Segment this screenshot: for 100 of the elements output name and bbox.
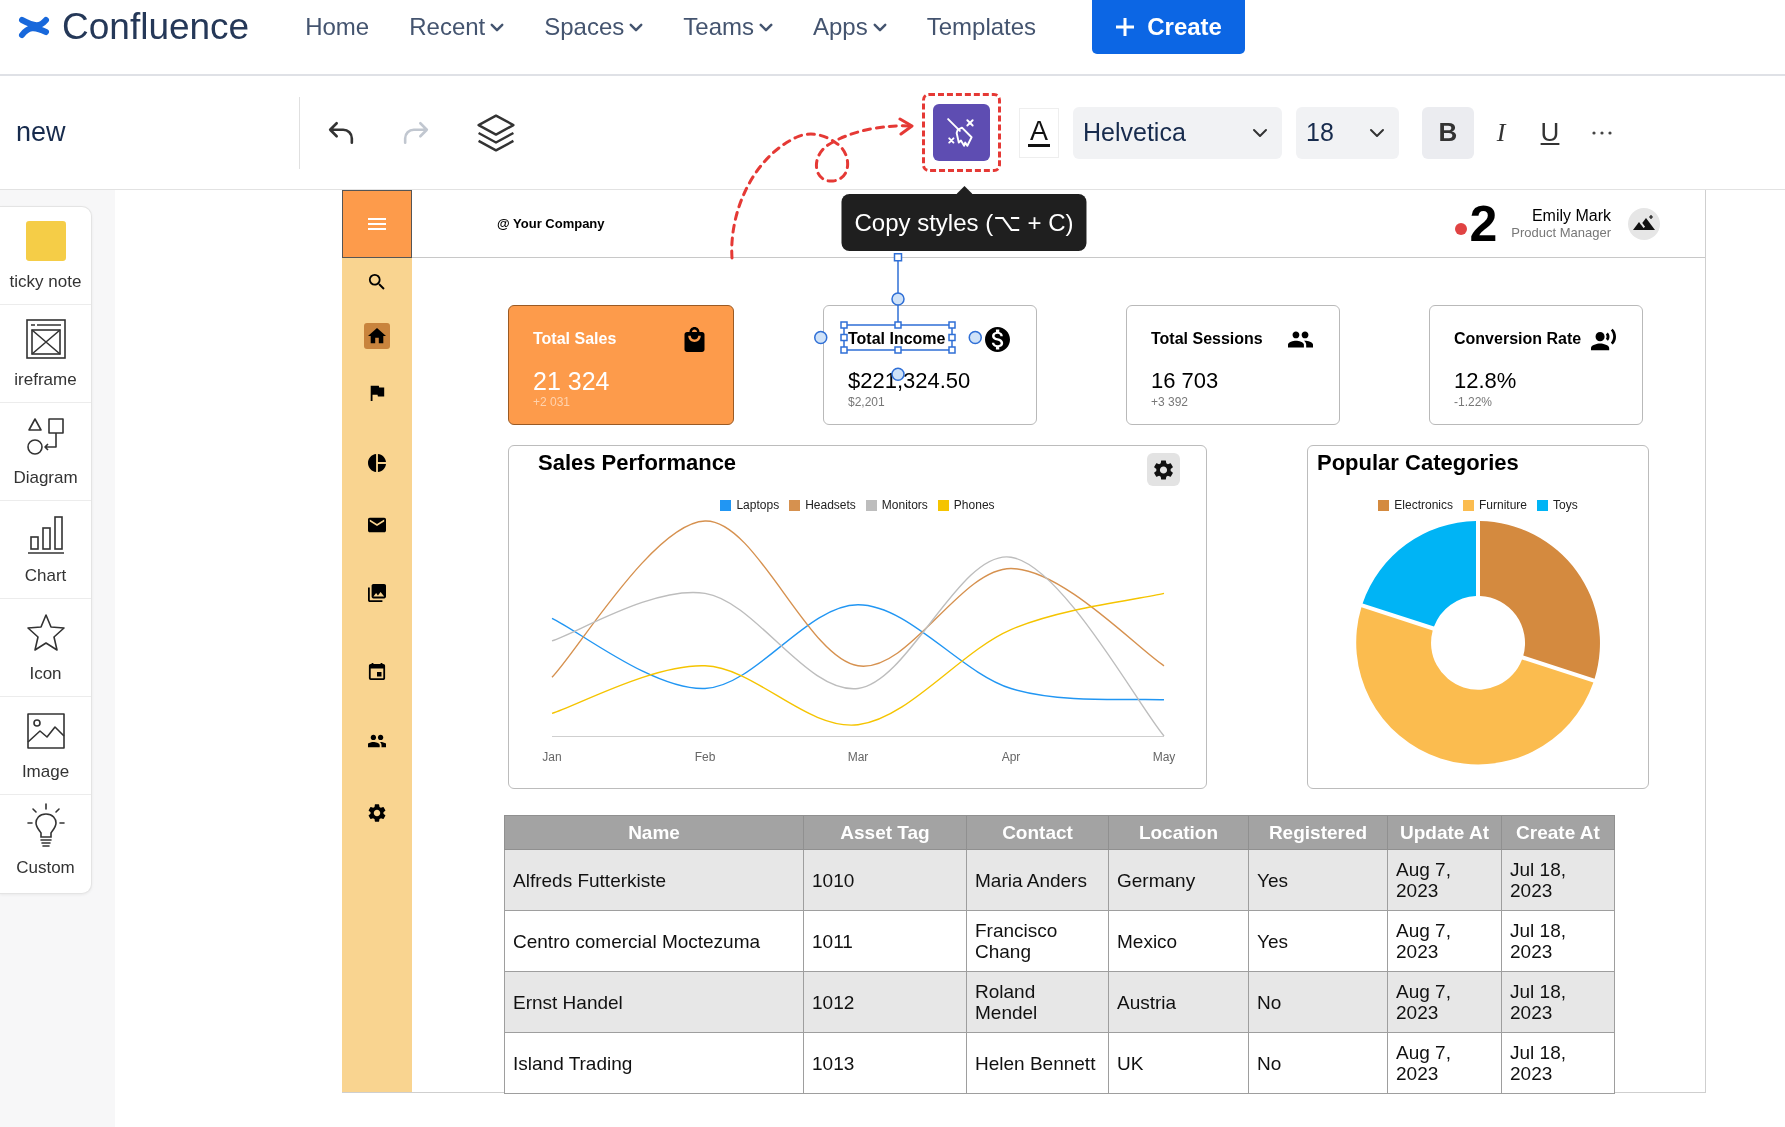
axis-label: Mar — [847, 750, 869, 764]
sidebar-item[interactable] — [364, 323, 390, 349]
lightbulb-icon — [25, 803, 66, 849]
chevron-down-icon — [1252, 127, 1268, 138]
photo-gallery-icon — [368, 584, 386, 602]
table-cell: Yes — [1248, 849, 1388, 911]
legend-label: Toys — [1553, 498, 1578, 512]
column-header: Registered — [1248, 815, 1388, 850]
legend-label: Furniture — [1479, 498, 1527, 512]
shape-tool[interactable]: Icon — [0, 599, 91, 697]
table-cell: 1013 — [803, 1032, 967, 1094]
table-cell: Aug 7, 2023 — [1387, 971, 1502, 1033]
font-size-select[interactable]: 18 — [1296, 106, 1399, 159]
home-icon — [368, 327, 386, 345]
calendar-icon — [368, 663, 386, 681]
chevron-down-icon — [629, 22, 644, 32]
app-name: Confluence — [62, 6, 250, 48]
star-icon — [25, 613, 66, 653]
speaking-person-icon — [1591, 326, 1616, 352]
table-cell: Germany — [1108, 849, 1249, 911]
notification-count: 2 — [1469, 198, 1498, 249]
more-icon — [1592, 130, 1612, 135]
table-cell: Centro comercial Moctezuma — [504, 910, 804, 972]
dollar-coin-icon — [985, 326, 1010, 352]
legend-label: Headsets — [805, 498, 856, 512]
italic-button[interactable]: I — [1479, 106, 1523, 159]
table-cell: Aug 7, 2023 — [1387, 849, 1502, 911]
create-button[interactable]: Create — [1092, 0, 1246, 54]
table-cell: Yes — [1248, 910, 1388, 972]
legend-label: Electronics — [1394, 498, 1453, 512]
chevron-down-icon — [1369, 127, 1385, 138]
table-cell: Helen Bennett — [966, 1032, 1109, 1094]
stat-change: -1.22% — [1454, 395, 1494, 409]
table-cell: Francisco Chang — [966, 910, 1109, 972]
table-cell: Austria — [1108, 971, 1249, 1033]
bar-chart-icon — [25, 515, 66, 555]
column-header: Name — [504, 815, 804, 850]
axis-label: Apr — [1001, 750, 1021, 764]
table-cell: 1010 — [803, 849, 967, 911]
bold-button[interactable]: B — [1422, 106, 1474, 159]
pie-chart-icon — [368, 454, 386, 472]
table-cell: Jul 18, 2023 — [1501, 1032, 1615, 1094]
menu-button[interactable] — [342, 190, 412, 258]
column-header: Asset Tag — [803, 815, 967, 850]
table-cell: No — [1248, 1032, 1388, 1094]
table-cell: 1011 — [803, 910, 967, 972]
table-cell: Jul 18, 2023 — [1501, 910, 1615, 972]
chevron-down-icon — [759, 22, 773, 32]
card-title: Total Sales — [533, 330, 617, 347]
shape-tool[interactable]: Image — [0, 697, 91, 795]
copy-styles-button[interactable] — [933, 104, 990, 161]
stat-change: +3 392 — [1151, 395, 1190, 409]
table-cell: Aug 7, 2023 — [1387, 910, 1502, 972]
nav-link[interactable]: Spaces — [544, 13, 644, 41]
column-header: Create At — [1501, 815, 1615, 850]
chevron-down-icon — [872, 22, 887, 32]
card-title: Total Income — [848, 330, 946, 347]
card-title: Conversion Rate — [1454, 330, 1582, 347]
underline-button[interactable]: U — [1528, 106, 1572, 159]
axis-label: Jan — [542, 750, 562, 764]
font-family-select[interactable]: Helvetica — [1073, 106, 1282, 159]
nav-link[interactable]: Apps — [813, 13, 887, 41]
stat-value: 16 703 — [1151, 367, 1220, 395]
stat-value: $221,324.50 — [848, 367, 972, 395]
stat-change: +2 031 — [533, 395, 572, 409]
nav-link[interactable]: Recent — [409, 13, 505, 41]
stat-value: 12.8% — [1454, 367, 1518, 395]
mail-icon — [368, 516, 386, 534]
mountain-avatar-icon[interactable] — [1628, 207, 1660, 240]
shape-tool[interactable]: ireframe — [0, 305, 91, 403]
stat-change: $2,201 — [848, 395, 886, 409]
user-role: Product Manager — [1511, 225, 1611, 241]
nav-link[interactable]: Home — [305, 13, 370, 41]
tooltip: Copy styles (⌥ + C) — [841, 186, 1087, 251]
chart-title: Popular Categories — [1317, 449, 1519, 477]
confluence-logo-icon — [18, 15, 50, 39]
user-name: Emily Mark — [1531, 206, 1611, 225]
shape-tool[interactable]: ticky note — [0, 207, 91, 305]
table-cell: Maria Anders — [966, 849, 1109, 911]
shape-tool[interactable]: Chart — [0, 501, 91, 599]
settings-icon — [1154, 459, 1173, 480]
redo-icon — [403, 120, 429, 145]
nav-link[interactable]: Teams — [683, 13, 773, 41]
table-cell: Alfreds Futterkiste — [504, 849, 804, 911]
column-header: Location — [1108, 815, 1249, 850]
nav-link[interactable]: Templates — [926, 13, 1037, 41]
shape-tool[interactable]: Diagram — [0, 403, 91, 501]
shape-tool[interactable]: Custom — [0, 795, 91, 893]
settings-button[interactable] — [1147, 453, 1180, 486]
menu-icon — [368, 218, 386, 230]
table-cell: Aug 7, 2023 — [1387, 1032, 1502, 1094]
axis-label: May — [1152, 750, 1176, 764]
table-cell: 1012 — [803, 971, 967, 1033]
page-title: new — [16, 117, 66, 147]
chart-title: Sales Performance — [538, 449, 737, 477]
layers-icon — [477, 113, 515, 152]
text-color-button[interactable]: A — [1019, 107, 1059, 158]
legend-label: Monitors — [881, 498, 928, 512]
chevron-down-icon — [490, 22, 505, 32]
table-cell: Jul 18, 2023 — [1501, 849, 1615, 911]
